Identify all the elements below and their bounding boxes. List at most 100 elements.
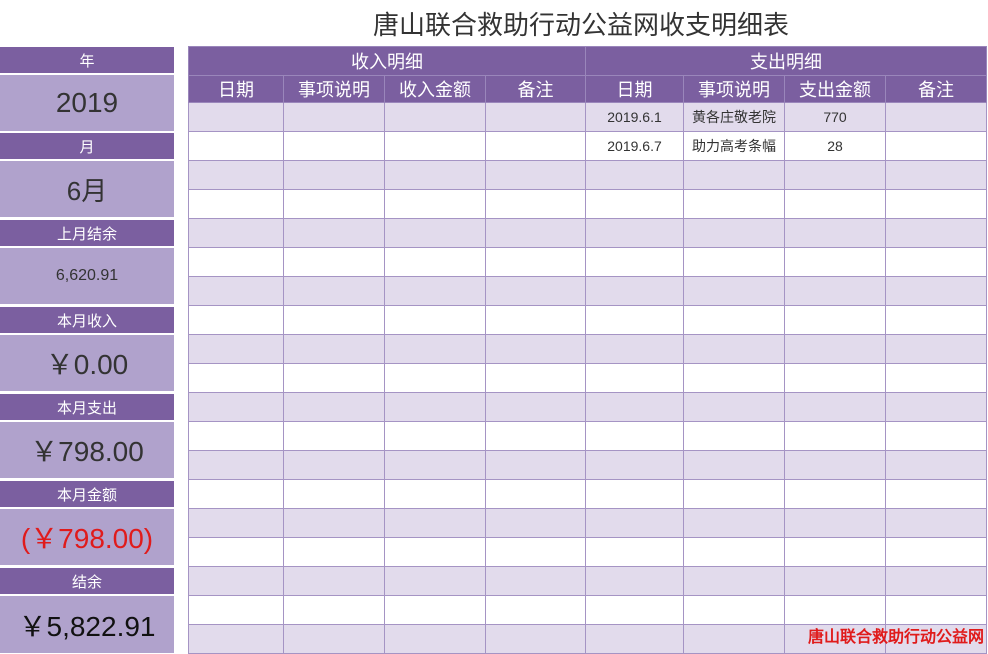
expense-date-cell[interactable] <box>585 160 684 190</box>
income-date-cell[interactable] <box>188 566 284 596</box>
income-note-cell[interactable] <box>485 363 586 393</box>
expense-desc-cell[interactable]: 黄各庄敬老院 <box>683 102 785 132</box>
expense-note-cell[interactable] <box>885 334 987 364</box>
income-date-cell[interactable] <box>188 421 284 451</box>
expense-desc-cell[interactable] <box>683 537 785 567</box>
income-date-cell[interactable] <box>188 334 284 364</box>
income-note-cell[interactable] <box>485 189 586 219</box>
expense-amount-cell[interactable] <box>784 508 886 538</box>
expense-date-cell[interactable] <box>585 392 684 422</box>
income-date-cell[interactable] <box>188 102 284 132</box>
expense-amount-cell[interactable] <box>784 537 886 567</box>
expense-amount-cell[interactable]: 770 <box>784 102 886 132</box>
expense-desc-cell[interactable] <box>683 160 785 190</box>
income-amount-cell[interactable] <box>384 247 486 277</box>
income-desc-cell[interactable] <box>283 595 385 625</box>
expense-desc-cell[interactable] <box>683 276 785 306</box>
income-desc-cell[interactable] <box>283 276 385 306</box>
expense-date-cell[interactable]: 2019.6.1 <box>585 102 684 132</box>
expense-date-cell[interactable] <box>585 218 684 248</box>
income-date-cell[interactable] <box>188 189 284 219</box>
expense-note-cell[interactable] <box>885 392 987 422</box>
income-desc-cell[interactable] <box>283 624 385 654</box>
expense-note-cell[interactable] <box>885 450 987 480</box>
income-desc-cell[interactable] <box>283 421 385 451</box>
expense-desc-cell[interactable]: 助力高考条幅 <box>683 131 785 161</box>
income-note-cell[interactable] <box>485 421 586 451</box>
income-note-cell[interactable] <box>485 537 586 567</box>
income-desc-cell[interactable] <box>283 131 385 161</box>
expense-note-cell[interactable] <box>885 218 987 248</box>
expense-date-cell[interactable] <box>585 450 684 480</box>
expense-amount-cell[interactable] <box>784 595 886 625</box>
income-date-cell[interactable] <box>188 537 284 567</box>
expense-date-cell[interactable] <box>585 624 684 654</box>
expense-note-cell[interactable] <box>885 595 987 625</box>
income-amount-cell[interactable] <box>384 160 486 190</box>
expense-desc-cell[interactable] <box>683 508 785 538</box>
income-date-cell[interactable] <box>188 305 284 335</box>
expense-desc-cell[interactable] <box>683 247 785 277</box>
expense-date-cell[interactable] <box>585 305 684 335</box>
income-note-cell[interactable] <box>485 450 586 480</box>
expense-amount-cell[interactable] <box>784 421 886 451</box>
income-amount-cell[interactable] <box>384 305 486 335</box>
expense-note-cell[interactable] <box>885 479 987 509</box>
income-note-cell[interactable] <box>485 276 586 306</box>
expense-date-cell[interactable] <box>585 276 684 306</box>
income-date-cell[interactable] <box>188 131 284 161</box>
income-date-cell[interactable] <box>188 624 284 654</box>
expense-amount-cell[interactable] <box>784 276 886 306</box>
income-note-cell[interactable] <box>485 624 586 654</box>
income-date-cell[interactable] <box>188 160 284 190</box>
income-amount-cell[interactable] <box>384 392 486 422</box>
income-note-cell[interactable] <box>485 131 586 161</box>
income-desc-cell[interactable] <box>283 305 385 335</box>
expense-note-cell[interactable] <box>885 160 987 190</box>
income-date-cell[interactable] <box>188 363 284 393</box>
income-note-cell[interactable] <box>485 508 586 538</box>
income-amount-cell[interactable] <box>384 595 486 625</box>
income-amount-cell[interactable] <box>384 624 486 654</box>
expense-date-cell[interactable] <box>585 566 684 596</box>
expense-desc-cell[interactable] <box>683 624 785 654</box>
income-amount-cell[interactable] <box>384 421 486 451</box>
expense-note-cell[interactable] <box>885 131 987 161</box>
income-desc-cell[interactable] <box>283 479 385 509</box>
income-amount-cell[interactable] <box>384 334 486 364</box>
expense-date-cell[interactable] <box>585 421 684 451</box>
expense-desc-cell[interactable] <box>683 595 785 625</box>
expense-date-cell[interactable] <box>585 595 684 625</box>
income-note-cell[interactable] <box>485 102 586 132</box>
expense-date-cell[interactable] <box>585 537 684 567</box>
expense-note-cell[interactable] <box>885 363 987 393</box>
expense-desc-cell[interactable] <box>683 334 785 364</box>
expense-note-cell[interactable] <box>885 102 987 132</box>
income-desc-cell[interactable] <box>283 363 385 393</box>
expense-desc-cell[interactable] <box>683 479 785 509</box>
income-amount-cell[interactable] <box>384 508 486 538</box>
income-date-cell[interactable] <box>188 247 284 277</box>
expense-note-cell[interactable] <box>885 276 987 306</box>
prev-balance-value[interactable]: 6,620.91 <box>0 248 174 304</box>
month-value[interactable]: 6月 <box>0 161 174 217</box>
expense-note-cell[interactable] <box>885 508 987 538</box>
expense-amount-cell[interactable] <box>784 218 886 248</box>
income-note-cell[interactable] <box>485 566 586 596</box>
income-date-cell[interactable] <box>188 392 284 422</box>
expense-note-cell[interactable] <box>885 247 987 277</box>
expense-desc-cell[interactable] <box>683 305 785 335</box>
expense-date-cell[interactable] <box>585 247 684 277</box>
income-desc-cell[interactable] <box>283 218 385 248</box>
income-note-cell[interactable] <box>485 305 586 335</box>
expense-desc-cell[interactable] <box>683 218 785 248</box>
expense-amount-cell[interactable] <box>784 334 886 364</box>
expense-date-cell[interactable]: 2019.6.7 <box>585 131 684 161</box>
income-amount-cell[interactable] <box>384 566 486 596</box>
expense-desc-cell[interactable] <box>683 363 785 393</box>
income-desc-cell[interactable] <box>283 566 385 596</box>
expense-desc-cell[interactable] <box>683 392 785 422</box>
expense-date-cell[interactable] <box>585 189 684 219</box>
income-desc-cell[interactable] <box>283 537 385 567</box>
income-note-cell[interactable] <box>485 247 586 277</box>
